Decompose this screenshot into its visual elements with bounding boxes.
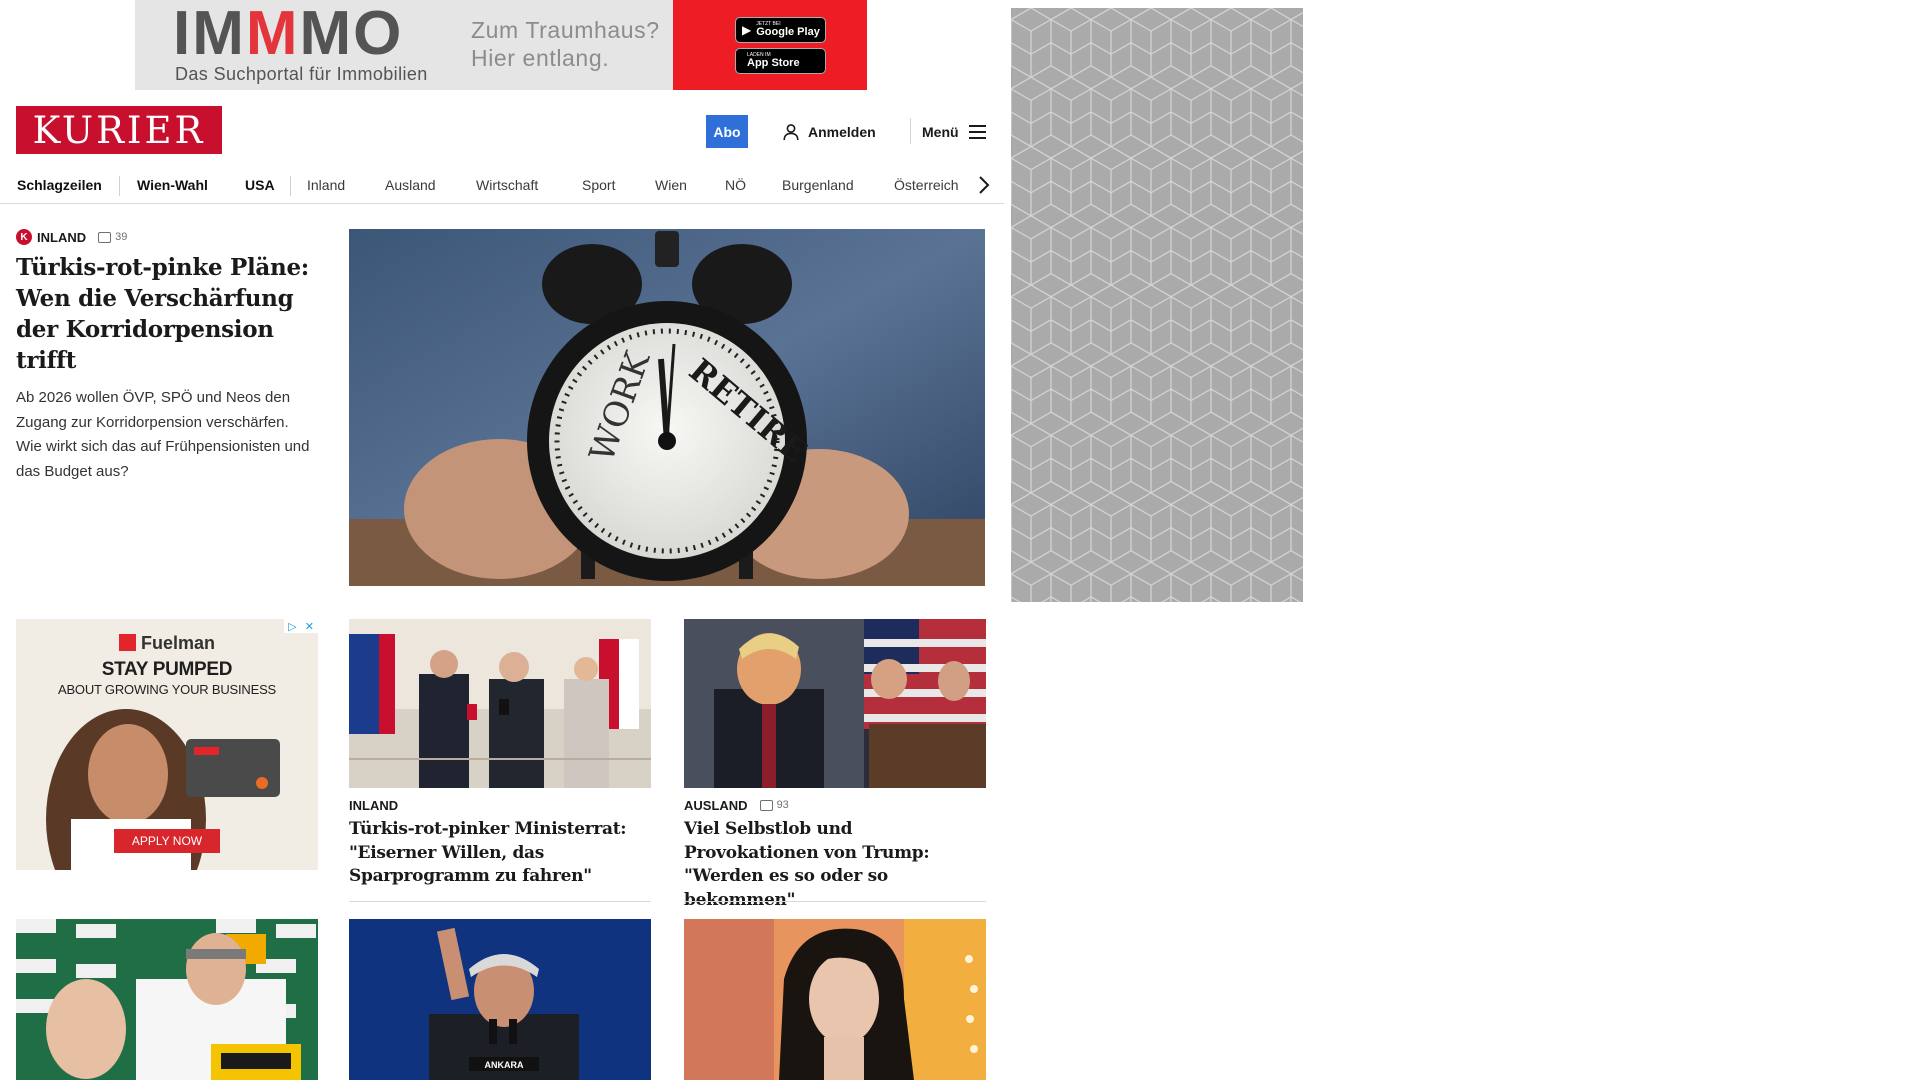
hamburger-icon xyxy=(968,125,986,139)
nav-item-sport[interactable]: Sport xyxy=(582,166,615,204)
menu-button[interactable]: Menü xyxy=(922,120,986,144)
immmo-store-panel: ▶ Jetzt bei Google Play Laden im App Store xyxy=(673,0,867,90)
article-image-portrait[interactable] xyxy=(684,919,986,1080)
ad-choices[interactable]: ▷ ✕ xyxy=(284,619,318,633)
comment-count[interactable]: 39 xyxy=(98,231,127,243)
header-divider xyxy=(910,118,911,144)
article-headline[interactable]: Viel Selbstlob und Provokationen von Tru… xyxy=(684,818,986,912)
cube-pattern xyxy=(1011,8,1303,602)
immmo-claim: Zum Traumhaus? Hier entlang. xyxy=(471,17,660,71)
article-card[interactable]: Inland Türkis-rot-pinker Ministerrat: "E… xyxy=(349,619,651,902)
comment-count[interactable]: 93 xyxy=(759,799,789,811)
nav-item-wirtschaft[interactable]: Wirtschaft xyxy=(476,166,538,204)
article-card[interactable]: Ausland 93 Viel Selbstlob und Provokatio… xyxy=(684,619,986,912)
nav-separator xyxy=(290,176,291,196)
nav-separator xyxy=(119,176,120,196)
section-nav: Schlagzeilen Wien-Wahl USA Inland Auslan… xyxy=(0,166,1004,204)
nav-scroll-right-button[interactable] xyxy=(970,166,998,204)
user-icon xyxy=(783,124,799,141)
play-icon: ▶ xyxy=(742,23,752,37)
fuelman-headline: STAY PUMPED xyxy=(101,659,233,680)
fuelman-brand: Fuelman xyxy=(16,633,318,654)
nav-item-wien[interactable]: Wien xyxy=(655,166,687,204)
top-banner-ad[interactable]: IMMMO Das Suchportal für Immobilien Zum … xyxy=(135,0,867,90)
kurier-logo[interactable]: KURIER xyxy=(16,106,222,154)
nav-item-oesterreich[interactable]: Österreich xyxy=(894,166,959,204)
close-icon[interactable]: ✕ xyxy=(305,620,314,633)
article-headline[interactable]: Türkis-rot-pinker Ministerrat: "Eiserner… xyxy=(349,818,651,889)
nav-item-ausland[interactable]: Ausland xyxy=(385,166,436,204)
nav-item-noe[interactable]: NÖ xyxy=(725,166,746,204)
ad-choices-icon: ▷ xyxy=(288,620,297,633)
immmo-logo: IMMMO xyxy=(173,0,404,68)
google-play-badge[interactable]: ▶ Jetzt bei Google Play xyxy=(735,17,826,43)
login-button[interactable]: Anmelden xyxy=(782,120,876,144)
nav-item-usa[interactable]: USA xyxy=(245,166,275,204)
abo-button[interactable]: Abo xyxy=(706,115,748,148)
nav-item-schlagzeilen[interactable]: Schlagzeilen xyxy=(17,166,102,204)
article-kicker: Ausland 93 xyxy=(684,797,789,813)
app-store-badge[interactable]: Laden im App Store xyxy=(735,48,826,74)
nav-item-burgenland[interactable]: Burgenland xyxy=(782,166,854,204)
article-image-erdogan[interactable]: ANKARA xyxy=(349,919,651,1080)
lead-headline[interactable]: Türkis-rot-pinke Pläne: Wen die Verschär… xyxy=(16,252,316,376)
article-image-trump[interactable] xyxy=(684,619,986,788)
article-image-press-conference[interactable] xyxy=(16,919,318,1080)
immmo-ad-panel: IMMMO Das Suchportal für Immobilien Zum … xyxy=(135,0,673,90)
article-image-ministerrat[interactable] xyxy=(349,619,651,788)
comment-icon xyxy=(759,799,773,811)
lead-image-alarm-clock[interactable]: WORK RETIRE xyxy=(349,229,985,586)
card-divider xyxy=(349,901,651,902)
apply-now-button[interactable]: APPLY NOW xyxy=(114,829,220,853)
skyscraper-ad-placeholder[interactable] xyxy=(1011,8,1303,602)
svg-text:ANKARA: ANKARA xyxy=(485,1060,524,1070)
kurier-plus-badge-icon: K xyxy=(16,229,32,245)
immmo-tagline: Das Suchportal für Immobilien xyxy=(175,64,428,84)
chevron-right-icon xyxy=(979,176,990,194)
nav-item-inland[interactable]: Inland xyxy=(307,166,345,204)
comment-icon xyxy=(98,231,112,243)
lead-article[interactable]: K Inland 39 Türkis-rot-pinke Pläne: Wen … xyxy=(16,228,316,484)
article-kicker: K Inland 39 xyxy=(16,228,316,246)
card-divider xyxy=(684,901,986,902)
lead-teaser: Ab 2026 wollen ÖVP, SPÖ und Neos den Zug… xyxy=(16,389,310,480)
fuelman-subline: ABOUT GROWING YOUR BUSINESS xyxy=(57,682,277,697)
article-kicker: Inland xyxy=(349,797,399,813)
fuelman-ad[interactable]: ▷ ✕ Fuelman STAY PUMPED ABOUT GROWING YOU… xyxy=(16,619,318,870)
nav-item-wien-wahl[interactable]: Wien-Wahl xyxy=(137,166,208,204)
